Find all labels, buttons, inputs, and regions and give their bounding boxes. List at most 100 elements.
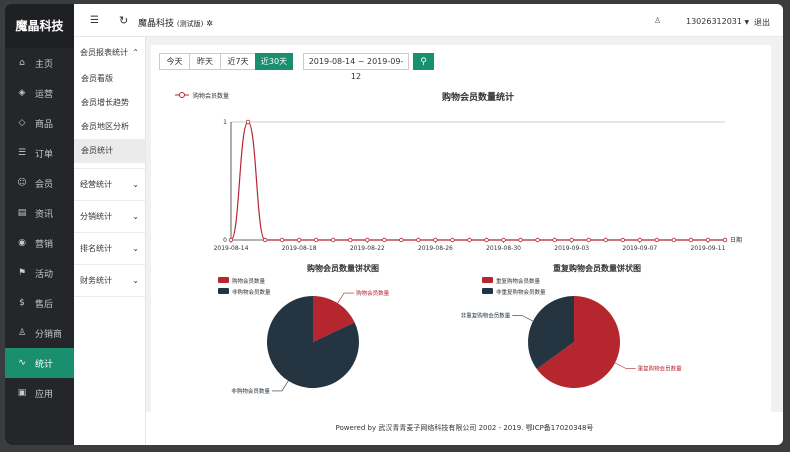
user-phone: 13026312031 xyxy=(686,17,742,26)
x-tick-label: 2019-09-07 xyxy=(622,245,657,252)
x-tick-label: 2019-08-18 xyxy=(282,245,317,252)
x-tick-label: 2019-08-14 xyxy=(214,245,249,252)
sidebar-item[interactable]: ⚑ 活动 xyxy=(5,258,74,288)
legend-label: 非购物会员数量 xyxy=(232,288,271,296)
y-tick-label: 0 xyxy=(223,237,227,244)
data-point xyxy=(245,119,251,125)
slice-label: 购物会员数量 xyxy=(356,289,390,297)
subnav-group[interactable]: 经营统计 ⌄ xyxy=(74,169,145,201)
charts-svg: 购物会员数量统计购物会员数量012019-08-14 2019-08-18 2019… xyxy=(175,91,742,395)
subnav-item[interactable]: 会员看版 xyxy=(74,67,145,91)
sidebar-item[interactable]: ∿ 统计 xyxy=(5,348,74,378)
home-icon: ⌂ xyxy=(19,58,25,68)
data-point xyxy=(416,237,421,243)
shirt-icon[interactable]: ♙ xyxy=(654,16,661,25)
data-point xyxy=(433,237,438,243)
stats-card: 今天 昨天 近7天 近30天 2019-08-14 ~ 2019-09-12 ⚲… xyxy=(151,45,771,412)
line-chart: 购物会员数量统计 购物会员数量 0 1 2019-08-14 2019-08-18 2019… xyxy=(175,91,742,252)
news-icon: ▤ xyxy=(17,208,27,218)
settings-gear-icon[interactable]: ✲ xyxy=(206,19,213,28)
sidebar-item-label: 会员 xyxy=(35,179,54,190)
sidebar-item[interactable]: ☰ 订单 xyxy=(5,138,74,168)
sidebar-item-label: 营销 xyxy=(35,239,54,250)
data-point xyxy=(637,237,643,243)
sidebar-item-label: 售后 xyxy=(35,299,54,310)
data-point xyxy=(535,237,540,243)
refresh-icon[interactable]: ↻ xyxy=(119,14,128,27)
subnav-item[interactable]: 会员地区分析 xyxy=(74,115,145,139)
subnav-group-label: 分销统计 xyxy=(80,212,112,221)
slice-label-line xyxy=(512,315,534,322)
slice-label: 非重复购物会员数量 xyxy=(461,312,511,320)
sidebar-item[interactable]: ♙ 分销商 xyxy=(5,318,74,348)
chevron-up-icon: ⌃ xyxy=(132,47,139,57)
logo: 魔晶科技 xyxy=(5,4,74,48)
app-icon: ▣ xyxy=(17,388,27,398)
data-point xyxy=(450,237,455,243)
subnav-item[interactable]: 会员增长趋势 xyxy=(74,91,145,115)
subnav-group-label: 经营统计 xyxy=(80,180,112,189)
sidebar-item[interactable]: ⌂ 主页 xyxy=(5,48,74,78)
sidebar-item-label: 统计 xyxy=(35,359,54,370)
pulse-icon: ∿ xyxy=(18,358,26,368)
subnav-group[interactable]: 排名统计 ⌄ xyxy=(74,233,145,265)
sidebar-item[interactable]: ◉ 营销 xyxy=(5,228,74,258)
sidebar-item-label: 主页 xyxy=(35,59,54,70)
x-tick-label: 2019-09-03 xyxy=(554,245,589,252)
data-point xyxy=(296,237,302,243)
tag-icon: ◇ xyxy=(18,118,26,128)
sidebar-item[interactable]: $ 售后 xyxy=(5,288,74,318)
series-line xyxy=(230,121,725,241)
subnav-group-label: 会员报表统计 xyxy=(80,47,128,57)
slice-label: 重复购物会员数量 xyxy=(638,364,683,372)
legend-swatch xyxy=(482,277,493,283)
caret-down-icon: ▼ xyxy=(744,19,750,26)
data-point xyxy=(313,237,319,243)
app-window: 魔晶科技 ⌂ 主页 ◈ 运营 ◇ 商品 ☰ 订单 ☺ 会员 ▤ 资讯 ◉ 营销 ⚑ 活动 $ 售后 ♙ 分销商 ∿ 统计 ▣… xyxy=(5,4,783,445)
data-point xyxy=(484,237,489,243)
sidebar-item[interactable]: ▤ 资讯 xyxy=(5,198,74,228)
chevron-down-icon: ⌄ xyxy=(132,276,139,285)
data-point xyxy=(331,237,336,243)
chevron-down-icon: ⌄ xyxy=(132,180,139,189)
slice-label-line xyxy=(337,292,355,304)
subnav-item-active[interactable]: 会员统计 xyxy=(74,139,145,163)
legend-label: 重复购物会员数量 xyxy=(496,277,541,285)
list-icon: ☰ xyxy=(17,148,27,158)
sidebar-item[interactable]: ▣ 应用 xyxy=(5,378,74,408)
sidebar-item-label: 订单 xyxy=(35,149,54,160)
data-point xyxy=(348,237,353,243)
data-point xyxy=(262,237,268,243)
x-tick-label: 2019-08-26 xyxy=(418,245,453,252)
menu-toggle-icon[interactable]: ☰ xyxy=(90,15,99,26)
coin-icon: ◉ xyxy=(18,238,26,248)
x-tick-label: 2019-08-30 xyxy=(486,245,521,252)
pie-title: 重复购物会员数量饼状图 xyxy=(553,263,641,273)
data-point xyxy=(365,237,370,243)
data-point xyxy=(671,237,677,243)
sidebar-item[interactable]: ◇ 商品 xyxy=(5,108,74,138)
user-phone-dropdown[interactable]: 13026312031 ▼ xyxy=(686,17,749,26)
legend-marker xyxy=(179,92,185,98)
logout-link[interactable]: 退出 xyxy=(754,17,770,28)
data-point xyxy=(228,237,234,243)
subnav-group-label: 财务统计 xyxy=(80,276,112,285)
data-point xyxy=(467,237,472,243)
flag-icon: ⚑ xyxy=(17,268,27,278)
data-point xyxy=(705,237,711,243)
sidebar-item-label: 运营 xyxy=(35,89,54,100)
user-icon: ☺ xyxy=(17,178,27,188)
sidebar-item-label: 活动 xyxy=(35,269,54,280)
sidebar-item[interactable]: ◈ 运营 xyxy=(5,78,74,108)
sub-nav: 会员报表统计 ⌃ 会员看版 会员增长趋势 会员地区分析 会员统计 经营统计 ⌄ 分… xyxy=(74,37,146,445)
data-point xyxy=(552,237,557,243)
sidebar-item-label: 应用 xyxy=(35,389,54,400)
subnav-group-member-report[interactable]: 会员报表统计 ⌃ xyxy=(74,37,145,67)
subnav-group-label: 排名统计 xyxy=(80,244,112,253)
subnav-group[interactable]: 分销统计 ⌄ xyxy=(74,201,145,233)
legend-label: 购物会员数量 xyxy=(193,92,229,100)
sidebar-item[interactable]: ☺ 会员 xyxy=(5,168,74,198)
subnav-group[interactable]: 财务统计 ⌄ xyxy=(74,265,145,297)
data-point xyxy=(399,237,404,243)
legend-swatch xyxy=(218,288,229,294)
